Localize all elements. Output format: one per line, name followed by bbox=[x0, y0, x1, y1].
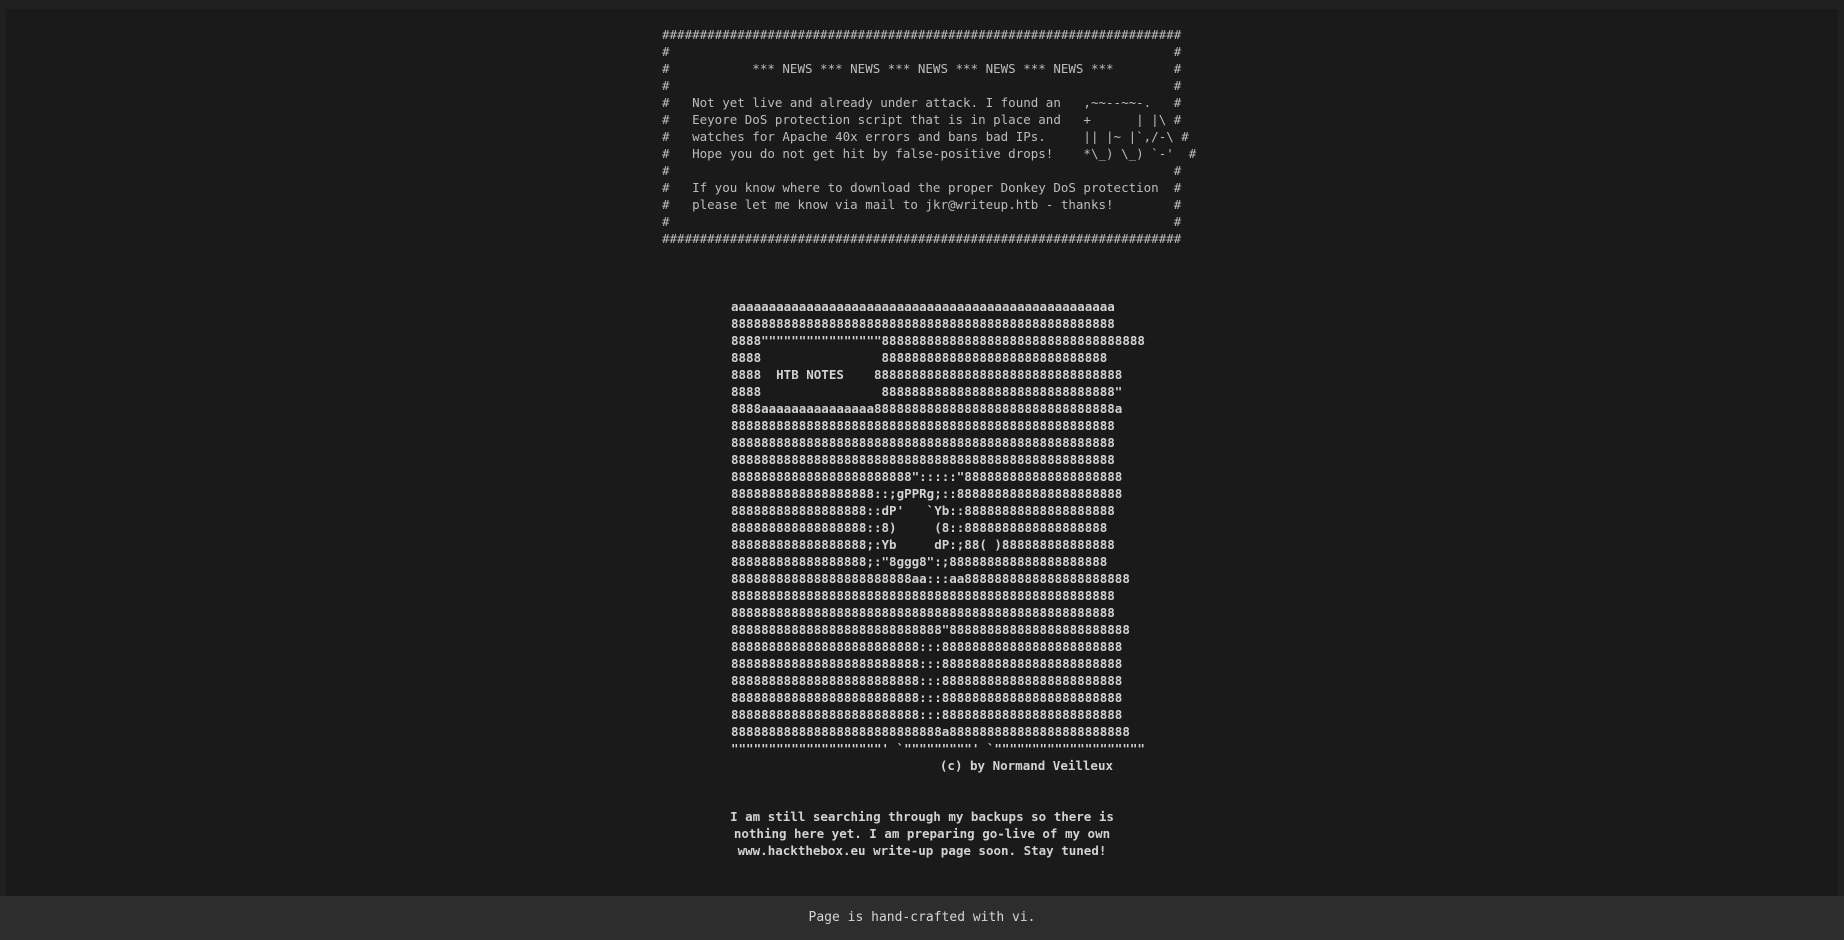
page-footer: Page is hand-crafted with vi. bbox=[0, 896, 1844, 940]
status-message: I am still searching through my backups … bbox=[730, 809, 1114, 858]
news-banner: ########################################… bbox=[662, 27, 1197, 246]
art-credit: (c) by Normand Veilleux bbox=[939, 758, 1113, 773]
htb-notes-ascii-art: aaaaaaaaaaaaaaaaaaaaaaaaaaaaaaaaaaaaaaaa… bbox=[731, 299, 1145, 756]
footer-text: Page is hand-crafted with vi. bbox=[808, 910, 1036, 925]
